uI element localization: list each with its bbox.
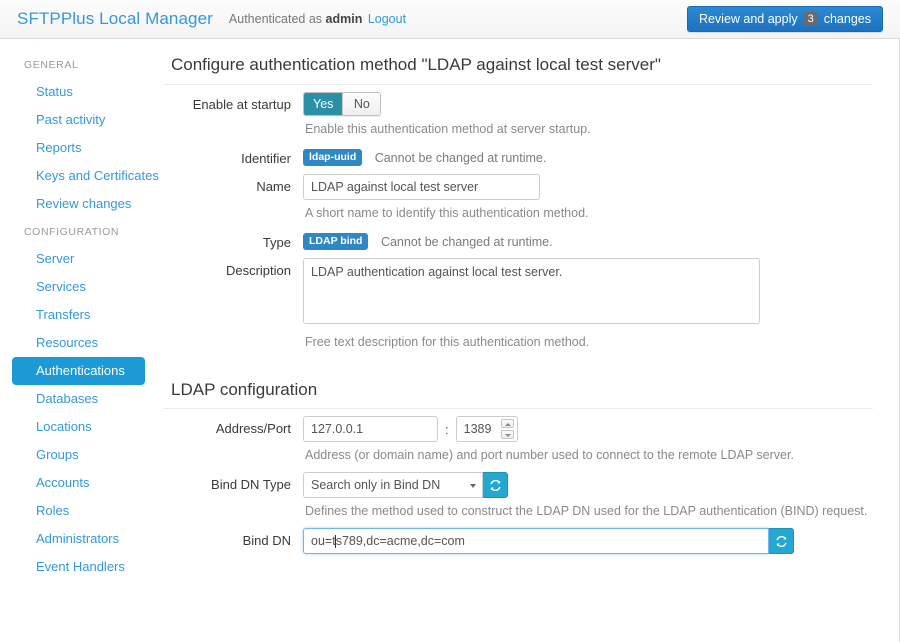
address-input[interactable] (303, 416, 438, 442)
enable-yes-option[interactable]: Yes (304, 93, 342, 115)
bind-dn-type-refresh-button[interactable] (483, 472, 508, 498)
apply-button-suffix: changes (824, 12, 871, 26)
auth-status: Authenticated as admin Logout (229, 12, 406, 26)
port-stepper-down-icon[interactable] (501, 430, 514, 439)
sidebar-item-roles[interactable]: Roles (12, 497, 145, 525)
type-badge: LDAP bind (303, 233, 368, 250)
chevron-down-icon (470, 484, 476, 488)
enable-at-startup-toggle[interactable]: Yes No (303, 92, 381, 116)
main-content: Configure authentication method "LDAP ag… (155, 39, 900, 642)
type-label: Type (155, 230, 303, 251)
auth-prefix-label: Authenticated as (229, 12, 322, 26)
bind-dn-value-after-caret: s789,dc=acme,dc=com (336, 534, 465, 548)
type-note: Cannot be changed at runtime. (381, 235, 553, 249)
bind-dn-type-help: Defines the method used to construct the… (303, 498, 899, 521)
identifier-label: Identifier (155, 146, 303, 167)
description-textarea[interactable] (303, 258, 760, 324)
description-label: Description (155, 258, 303, 279)
bind-dn-input[interactable]: ou=t s789,dc=acme,dc=com (303, 528, 769, 554)
sidebar-item-groups[interactable]: Groups (12, 441, 145, 469)
sidebar-item-resources[interactable]: Resources (12, 329, 145, 357)
sidebar-group-configuration: CONFIGURATION (0, 218, 155, 245)
form-row-address-port: Address/Port : Address (or domain name) … (155, 409, 899, 465)
address-port-separator: : (438, 422, 456, 437)
sidebar-item-locations[interactable]: Locations (12, 413, 145, 441)
bind-dn-type-selected-value: Search only in Bind DN (311, 478, 440, 492)
refresh-icon (489, 479, 502, 492)
auth-username: admin (326, 12, 363, 26)
page-body: GENERAL Status Past activity Reports Key… (0, 39, 900, 642)
sidebar-item-authentications[interactable]: Authentications (12, 357, 145, 385)
sidebar-item-reports[interactable]: Reports (12, 134, 145, 162)
form-row-bind-dn: Bind DN ou=t s789,dc=acme,dc=com (155, 521, 899, 554)
description-help: Free text description for this authentic… (303, 329, 899, 352)
name-input[interactable] (303, 174, 540, 200)
form-row-name: Name A short name to identify this authe… (155, 167, 899, 223)
form-row-enable-at-startup: Enable at startup Yes No Enable this aut… (155, 85, 899, 139)
sidebar-item-databases[interactable]: Databases (12, 385, 145, 413)
sidebar-item-server[interactable]: Server (12, 245, 145, 273)
address-port-help: Address (or domain name) and port number… (303, 442, 899, 465)
logout-link[interactable]: Logout (368, 12, 406, 26)
app-brand[interactable]: SFTPPlus Local Manager (17, 9, 213, 29)
apply-changes-count-badge: 3 (804, 12, 818, 26)
bind-dn-value-before-caret: ou=t (311, 534, 336, 548)
identifier-badge: ldap-uuid (303, 149, 362, 166)
enable-at-startup-help: Enable this authentication method at ser… (303, 116, 899, 139)
name-label: Name (155, 174, 303, 195)
apply-button-prefix: Review and apply (699, 12, 798, 26)
bind-dn-refresh-button[interactable] (769, 528, 794, 554)
sidebar-item-administrators[interactable]: Administrators (12, 525, 145, 553)
sidebar-item-keys-and-certificates[interactable]: Keys and Certificates (12, 162, 145, 190)
refresh-icon (775, 535, 788, 548)
port-stepper[interactable] (501, 419, 514, 439)
enable-no-option[interactable]: No (342, 93, 380, 115)
enable-at-startup-label: Enable at startup (155, 92, 303, 113)
top-bar: SFTPPlus Local Manager Authenticated as … (0, 0, 900, 39)
sidebar-item-event-handlers[interactable]: Event Handlers (12, 553, 145, 581)
sidebar-item-accounts[interactable]: Accounts (12, 469, 145, 497)
address-port-label: Address/Port (155, 416, 303, 437)
form-row-identifier: Identifier ldap-uuid Cannot be changed a… (155, 139, 899, 167)
bind-dn-type-label: Bind DN Type (155, 472, 303, 493)
ldap-configuration-title: LDAP configuration (163, 366, 873, 409)
port-stepper-up-icon[interactable] (501, 419, 514, 428)
form-row-description: Description Free text description for th… (155, 251, 899, 352)
sidebar-item-past-activity[interactable]: Past activity (12, 106, 145, 134)
form-row-bind-dn-type: Bind DN Type Search only in Bind DN (155, 465, 899, 521)
identifier-note: Cannot be changed at runtime. (375, 151, 547, 165)
sidebar-item-review-changes[interactable]: Review changes (12, 190, 145, 218)
bind-dn-label: Bind DN (155, 528, 303, 549)
sidebar: GENERAL Status Past activity Reports Key… (0, 39, 155, 642)
sidebar-group-general: GENERAL (0, 51, 155, 78)
name-help: A short name to identify this authentica… (303, 200, 899, 223)
form-row-type: Type LDAP bind Cannot be changed at runt… (155, 223, 899, 251)
bind-dn-type-select[interactable]: Search only in Bind DN (303, 472, 483, 498)
sidebar-item-transfers[interactable]: Transfers (12, 301, 145, 329)
sidebar-item-services[interactable]: Services (12, 273, 145, 301)
page-title: Configure authentication method "LDAP ag… (163, 39, 873, 85)
sidebar-item-status[interactable]: Status (12, 78, 145, 106)
review-and-apply-button[interactable]: Review and apply 3 changes (687, 6, 883, 32)
